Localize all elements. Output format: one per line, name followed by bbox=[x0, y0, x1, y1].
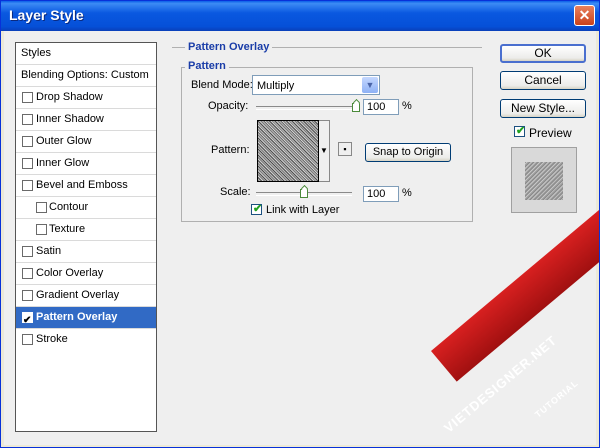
list-item-contour[interactable]: Contour bbox=[16, 197, 156, 219]
ok-button[interactable]: OK bbox=[500, 44, 586, 63]
checkbox[interactable] bbox=[22, 246, 33, 257]
list-item-pattern-overlay[interactable]: ✔ Pattern Overlay bbox=[16, 307, 156, 329]
list-item-styles[interactable]: Styles bbox=[16, 43, 156, 65]
close-button[interactable]: ✕ bbox=[574, 5, 595, 26]
list-item-texture[interactable]: Texture bbox=[16, 219, 156, 241]
list-item-inner-shadow[interactable]: Inner Shadow bbox=[16, 109, 156, 131]
opacity-slider-thumb[interactable] bbox=[352, 103, 360, 112]
checkbox[interactable] bbox=[22, 290, 33, 301]
window-title: Layer Style bbox=[9, 7, 84, 23]
checkbox[interactable] bbox=[22, 158, 33, 169]
title-bar[interactable]: Layer Style ✕ bbox=[1, 1, 599, 31]
list-item-color-overlay[interactable]: Color Overlay bbox=[16, 263, 156, 285]
pattern-picker-arrow-icon[interactable]: ▼ bbox=[319, 120, 330, 182]
opacity-slider[interactable] bbox=[256, 106, 360, 110]
link-with-layer-label: Link with Layer bbox=[266, 204, 340, 216]
opacity-label: Opacity: bbox=[208, 100, 249, 112]
link-with-layer-checkbox[interactable]: ✔ bbox=[251, 203, 263, 215]
snap-to-origin-button[interactable]: Snap to Origin bbox=[365, 143, 451, 162]
preview-pattern bbox=[525, 162, 563, 200]
pattern-overlay-title: Pattern Overlay bbox=[185, 41, 273, 53]
checkbox[interactable] bbox=[22, 180, 33, 191]
list-item-gradient-overlay[interactable]: Gradient Overlay bbox=[16, 285, 156, 307]
preview-thumbnail bbox=[511, 147, 577, 213]
preview-label: Preview bbox=[529, 126, 572, 140]
close-icon: ✕ bbox=[578, 7, 591, 23]
checkmark-icon: ✔ bbox=[516, 125, 526, 137]
list-item-outer-glow[interactable]: Outer Glow bbox=[16, 131, 156, 153]
scale-slider-thumb[interactable] bbox=[300, 189, 308, 198]
list-item-blending-options[interactable]: Blending Options: Custom bbox=[16, 65, 156, 87]
checkbox[interactable]: ✔ bbox=[22, 312, 33, 326]
pattern-group-title: Pattern bbox=[185, 60, 229, 72]
checkbox[interactable] bbox=[36, 202, 47, 213]
pattern-swatch[interactable] bbox=[257, 120, 319, 182]
chevron-down-icon: ▼ bbox=[362, 77, 378, 93]
checkbox[interactable] bbox=[22, 136, 33, 147]
scale-unit: % bbox=[402, 187, 412, 199]
cancel-button[interactable]: Cancel bbox=[500, 71, 586, 90]
checkbox[interactable] bbox=[22, 334, 33, 345]
scale-label: Scale: bbox=[220, 186, 251, 198]
new-preset-icon[interactable]: ▪ bbox=[338, 142, 352, 156]
checkbox[interactable] bbox=[22, 92, 33, 103]
list-item-inner-glow[interactable]: Inner Glow bbox=[16, 153, 156, 175]
list-item-drop-shadow[interactable]: Drop Shadow bbox=[16, 87, 156, 109]
style-list: Styles Blending Options: Custom Drop Sha… bbox=[15, 42, 157, 432]
checkmark-icon: ✔ bbox=[23, 315, 32, 326]
list-item-stroke[interactable]: Stroke bbox=[16, 329, 156, 351]
blend-mode-label: Blend Mode: bbox=[191, 79, 253, 91]
checkbox[interactable] bbox=[36, 224, 47, 235]
list-item-satin[interactable]: Satin bbox=[16, 241, 156, 263]
opacity-input[interactable]: 100 bbox=[363, 99, 399, 115]
checkmark-icon: ✔ bbox=[253, 203, 263, 215]
layer-style-dialog: Layer Style ✕ Styles Blending Options: C… bbox=[0, 0, 600, 448]
checkbox[interactable] bbox=[22, 114, 33, 125]
scale-input[interactable]: 100 bbox=[363, 186, 399, 202]
new-style-button[interactable]: New Style... bbox=[500, 99, 586, 118]
opacity-unit: % bbox=[402, 100, 412, 112]
list-item-bevel-emboss[interactable]: Bevel and Emboss bbox=[16, 175, 156, 197]
pattern-label: Pattern: bbox=[211, 144, 250, 156]
preview-checkbox[interactable]: ✔ bbox=[514, 125, 526, 137]
blend-mode-select[interactable]: Multiply ▼ bbox=[252, 75, 380, 95]
checkbox[interactable] bbox=[22, 268, 33, 279]
